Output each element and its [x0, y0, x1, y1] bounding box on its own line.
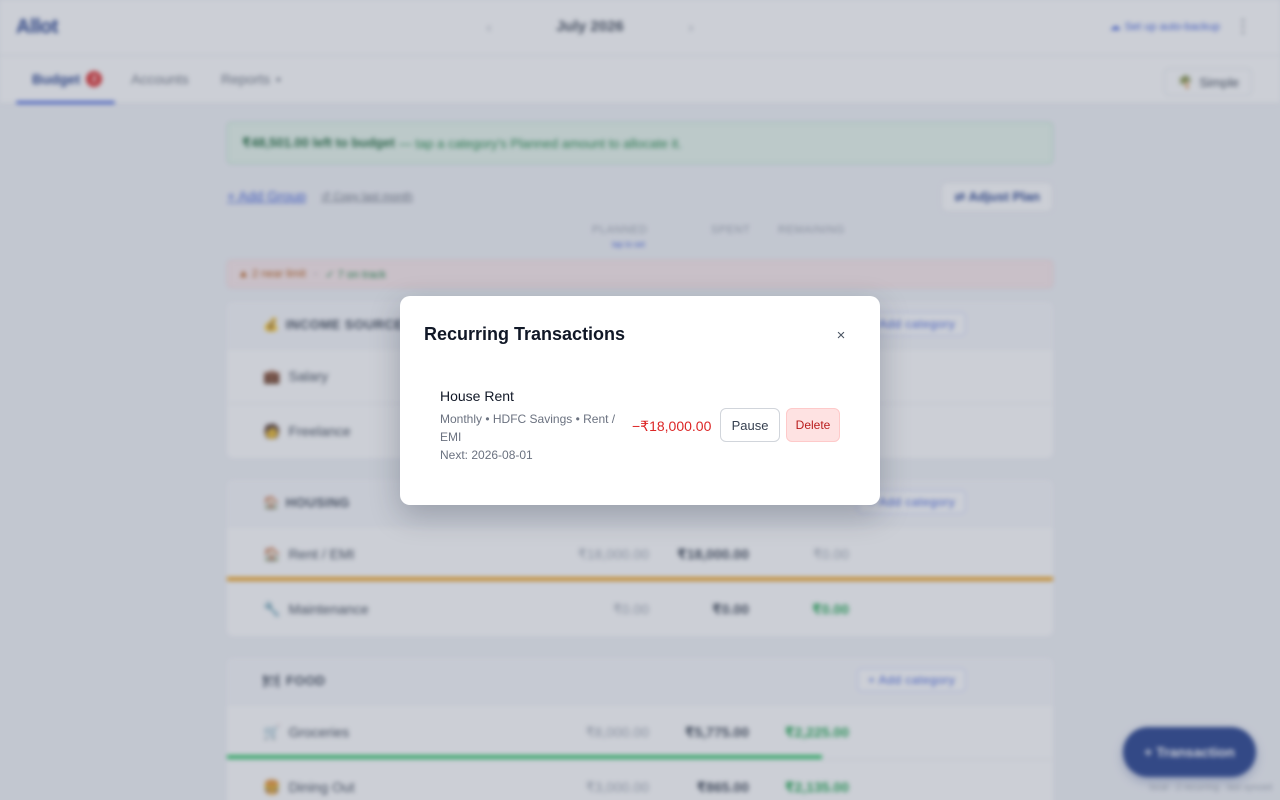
recurring-item: House Rent Monthly • HDFC Savings • Rent…: [440, 388, 840, 468]
recurring-item-details: Monthly • HDFC Savings • Rent / EMI: [440, 412, 616, 444]
recurring-item-name: House Rent: [440, 388, 514, 404]
close-icon[interactable]: ×: [832, 326, 850, 344]
recurring-item-amount: −₹18,000.00: [632, 418, 712, 434]
modal-title: Recurring Transactions: [424, 324, 626, 344]
recurring-transactions-modal: Recurring Transactions × House Rent Mont…: [400, 296, 880, 505]
delete-button[interactable]: Delete: [786, 408, 840, 442]
pause-button[interactable]: Pause: [720, 408, 780, 442]
recurring-item-next-date: Next: 2026-08-01: [440, 448, 533, 462]
